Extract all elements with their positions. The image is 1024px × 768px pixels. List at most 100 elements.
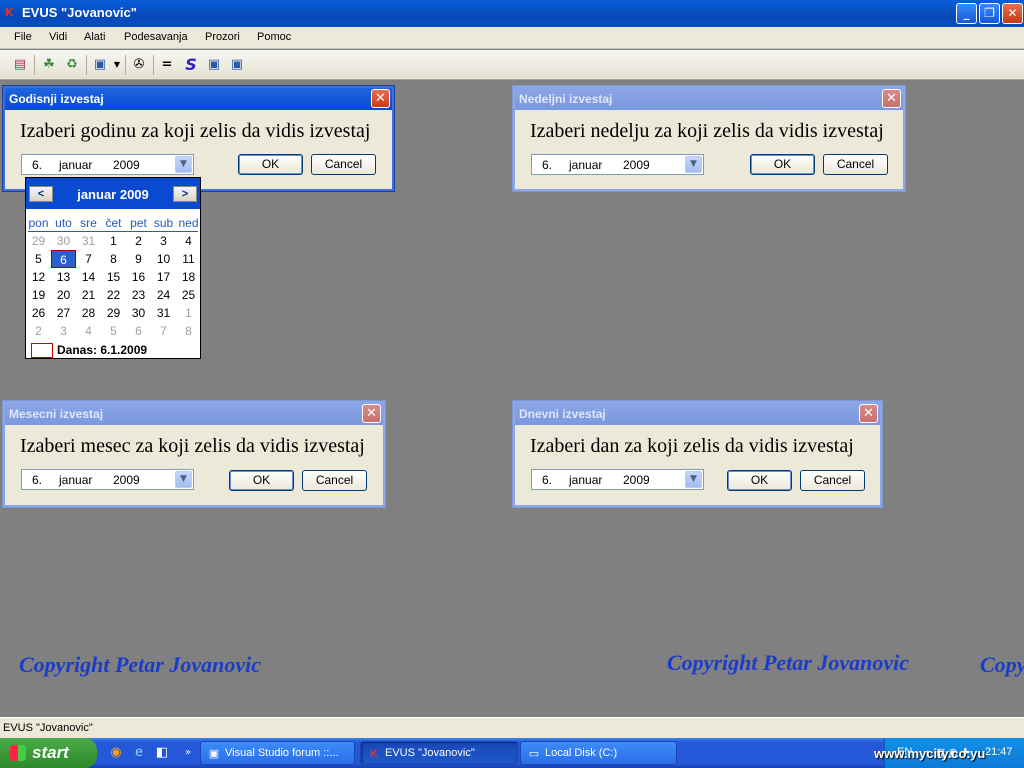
firefox-icon[interactable]: ◉ xyxy=(108,745,124,761)
calendar-day[interactable]: 5 xyxy=(101,322,126,340)
quicklaunch-icon[interactable]: ◧ xyxy=(154,745,170,761)
calendar-day[interactable]: 15 xyxy=(101,268,126,286)
calendar-day[interactable]: 4 xyxy=(76,322,101,340)
s-logo-icon[interactable]: S xyxy=(182,56,200,74)
dialog-close-button[interactable]: ✕ xyxy=(371,89,390,108)
clock[interactable]: 21:47 xyxy=(985,746,1013,758)
close-button[interactable]: ✕ xyxy=(1002,3,1023,24)
start-button[interactable]: start xyxy=(0,738,97,768)
calendar-day[interactable]: 17 xyxy=(151,268,176,286)
calendar-day[interactable]: 23 xyxy=(126,286,151,304)
calendar-day[interactable]: 31 xyxy=(76,232,101,250)
dialog-title[interactable]: Godisnji izvestaj xyxy=(5,88,392,110)
image-icon[interactable]: ▣ xyxy=(205,56,223,74)
picture-icon[interactable]: ▣ xyxy=(91,56,109,74)
calendar-day[interactable]: 16 xyxy=(126,268,151,286)
cancel-button[interactable]: Cancel xyxy=(823,154,888,175)
ok-button[interactable]: OK xyxy=(727,470,792,491)
menu-file[interactable]: File xyxy=(14,31,32,43)
dialog-close-button[interactable]: ✕ xyxy=(882,89,901,108)
calendar-day[interactable]: 6 xyxy=(126,322,151,340)
ok-button[interactable]: OK xyxy=(750,154,815,175)
image-icon-2[interactable]: ▣ xyxy=(228,56,246,74)
menu-pomoc[interactable]: Pomoc xyxy=(257,31,291,43)
calendar-day[interactable]: 1 xyxy=(176,304,201,322)
calendar-day[interactable]: 29 xyxy=(101,304,126,322)
calendar-day[interactable]: 5 xyxy=(26,250,51,268)
calendar-day[interactable]: 25 xyxy=(176,286,201,304)
calendar-day[interactable]: 27 xyxy=(51,304,76,322)
calendar-day[interactable]: 2 xyxy=(26,322,51,340)
chevron-down-icon[interactable]: ▼ xyxy=(175,156,192,173)
calendar-day[interactable]: 9 xyxy=(126,250,151,268)
cancel-button[interactable]: Cancel xyxy=(302,470,367,491)
date-picker[interactable]: 6. januar 2009 ▼ xyxy=(531,154,704,175)
restore-button[interactable]: ❐ xyxy=(979,3,1000,24)
calendar-day[interactable]: 21 xyxy=(76,286,101,304)
dialog-title[interactable]: Mesecni izvestaj xyxy=(5,403,383,425)
task-evus[interactable]: K EVUS "Jovanovic" xyxy=(360,741,518,765)
calendar-icon[interactable]: ▤ xyxy=(11,56,29,74)
calendar-day[interactable]: 8 xyxy=(176,322,201,340)
cancel-button[interactable]: Cancel xyxy=(800,470,865,491)
menu-prozori[interactable]: Prozori xyxy=(205,31,240,43)
calendar-day[interactable]: 12 xyxy=(26,268,51,286)
ok-button[interactable]: OK xyxy=(229,470,294,491)
date-picker[interactable]: 6. januar 2009 ▼ xyxy=(21,469,194,490)
dialog-close-button[interactable]: ✕ xyxy=(362,404,381,423)
calendar-day[interactable]: 13 xyxy=(51,268,76,286)
calendar-day[interactable]: 30 xyxy=(51,232,76,250)
equals-icon[interactable]: = xyxy=(158,56,176,74)
task-visual-studio-forum[interactable]: ▣ Visual Studio forum ::... xyxy=(200,741,355,765)
recycle-icon[interactable]: ♻ xyxy=(63,56,81,74)
date-picker[interactable]: 6. januar 2009 ▼ xyxy=(21,154,194,175)
calendar-day[interactable]: 11 xyxy=(176,250,201,268)
calendar-day[interactable]: 19 xyxy=(26,286,51,304)
calendar-day[interactable]: 31 xyxy=(151,304,176,322)
chevron-down-icon[interactable]: ▼ xyxy=(685,471,702,488)
calendar-day[interactable]: 28 xyxy=(76,304,101,322)
calendar-day[interactable]: 26 xyxy=(26,304,51,322)
people-icon[interactable]: ☘ xyxy=(40,56,58,74)
menu-podesavanja[interactable]: Podesavanja xyxy=(124,31,188,43)
calendar-day[interactable]: 18 xyxy=(176,268,201,286)
today-marker[interactable] xyxy=(31,343,53,358)
copyright-text-2: Copyright Petar Jovanovic xyxy=(667,650,909,675)
calendar-day[interactable]: 8 xyxy=(101,250,126,268)
ok-button[interactable]: OK xyxy=(238,154,303,175)
calendar-day[interactable]: 1 xyxy=(101,232,126,250)
menu-vidi[interactable]: Vidi xyxy=(49,31,67,43)
calendar-day[interactable]: 4 xyxy=(176,232,201,250)
calendar-day[interactable]: 6 xyxy=(51,250,76,268)
window-titlebar[interactable]: K EVUS "Jovanovic" _ ❐ ✕ xyxy=(0,0,1024,27)
calendar-day[interactable]: 14 xyxy=(76,268,101,286)
tape-icon[interactable]: ✇ xyxy=(130,56,148,74)
dropdown-arrow-icon[interactable]: ▼ xyxy=(108,56,126,74)
calendar-day[interactable]: 2 xyxy=(126,232,151,250)
dialog-title[interactable]: Dnevni izvestaj xyxy=(515,403,880,425)
today-label[interactable]: Danas: 6.1.2009 xyxy=(57,343,147,357)
calendar-day[interactable]: 29 xyxy=(26,232,51,250)
next-month-button[interactable]: > xyxy=(173,186,197,202)
date-picker[interactable]: 6. januar 2009 ▼ xyxy=(531,469,704,490)
calendar-day[interactable]: 20 xyxy=(51,286,76,304)
calendar-day[interactable]: 22 xyxy=(101,286,126,304)
calendar-day[interactable]: 3 xyxy=(51,322,76,340)
chevron-down-icon[interactable]: ▼ xyxy=(175,471,192,488)
chevron-down-icon[interactable]: ▼ xyxy=(685,156,702,173)
calendar-day[interactable]: 30 xyxy=(126,304,151,322)
dialog-close-button[interactable]: ✕ xyxy=(859,404,878,423)
ie-icon[interactable]: e xyxy=(131,745,147,761)
menu-alati[interactable]: Alati xyxy=(84,31,105,43)
cancel-button[interactable]: Cancel xyxy=(311,154,376,175)
quicklaunch-expand-icon[interactable]: » xyxy=(180,745,196,761)
calendar-day[interactable]: 7 xyxy=(76,250,101,268)
dialog-title[interactable]: Nedeljni izvestaj xyxy=(515,88,903,110)
app-icon[interactable]: K xyxy=(5,6,19,20)
task-local-disk[interactable]: ▭ Local Disk (C:) xyxy=(520,741,677,765)
calendar-day[interactable]: 10 xyxy=(151,250,176,268)
calendar-day[interactable]: 7 xyxy=(151,322,176,340)
minimize-button[interactable]: _ xyxy=(956,3,977,24)
calendar-day[interactable]: 24 xyxy=(151,286,176,304)
calendar-day[interactable]: 3 xyxy=(151,232,176,250)
